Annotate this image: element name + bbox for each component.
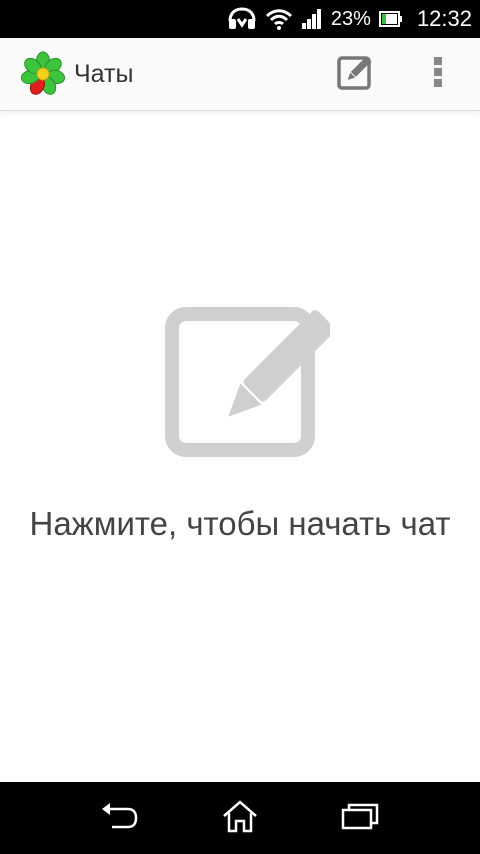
- battery-icon: [378, 10, 403, 28]
- signal-icon: [301, 8, 323, 30]
- empty-state-message: Нажмите, чтобы начать чат: [29, 505, 451, 542]
- clock: 12:32: [416, 6, 472, 31]
- battery-percent: 23%: [330, 8, 371, 30]
- recent-apps-icon: [340, 801, 380, 836]
- compose-button[interactable]: [333, 52, 377, 96]
- back-icon: [100, 801, 140, 836]
- start-chat-area[interactable]: Нажмите, чтобы начать чат: [0, 110, 480, 782]
- status-bar: 23% 12:32: [0, 0, 480, 38]
- page-title: Чаты: [74, 60, 134, 88]
- back-button[interactable]: [88, 794, 152, 842]
- compose-icon: [336, 53, 374, 96]
- navigation-bar: [0, 782, 480, 854]
- icq-flower-icon[interactable]: [20, 51, 66, 97]
- home-button[interactable]: [208, 794, 272, 842]
- app-bar: Чаты: [0, 38, 480, 111]
- compose-icon: [160, 300, 335, 460]
- headset-icon: [227, 7, 257, 31]
- wifi-icon: [265, 7, 293, 31]
- overflow-menu-icon: [432, 55, 444, 94]
- status-icons: 23% 12:32: [227, 0, 472, 38]
- overflow-menu-button[interactable]: [418, 52, 458, 96]
- home-icon: [221, 799, 259, 838]
- recent-apps-button[interactable]: [328, 794, 392, 842]
